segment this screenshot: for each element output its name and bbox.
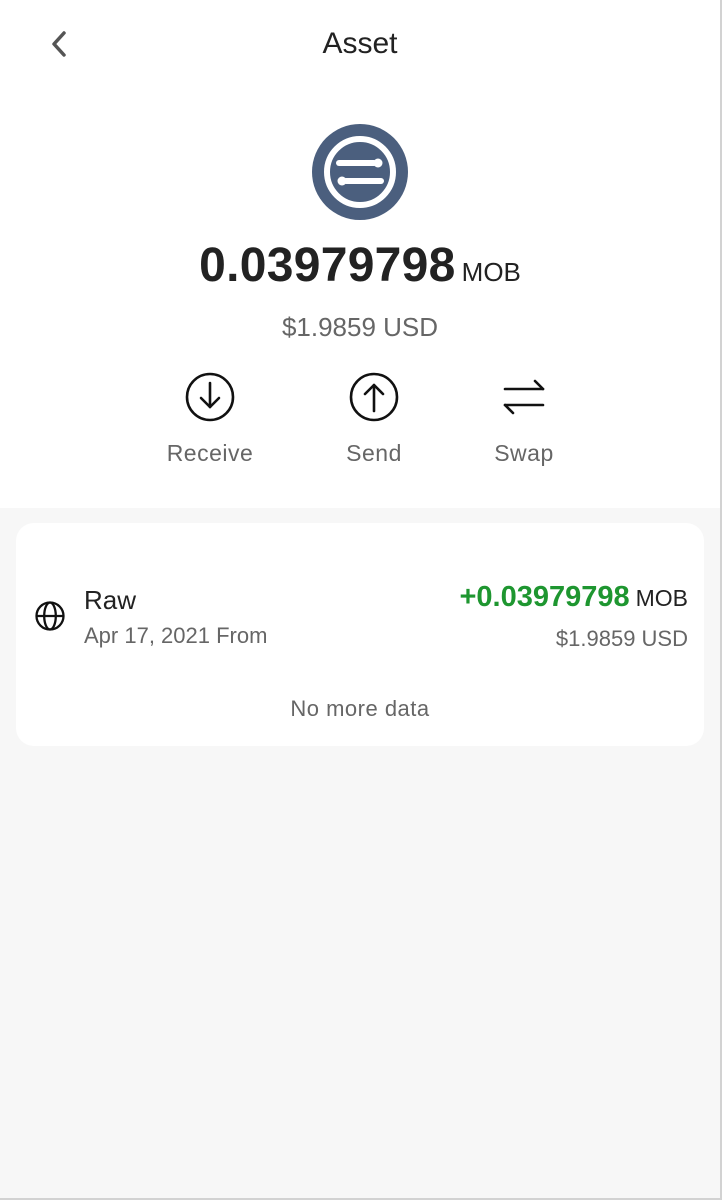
balance: 0.03979798 MOB [0, 238, 720, 298]
mobilecoin-logo [312, 124, 408, 220]
arrow-up-circle-icon [349, 372, 399, 422]
list-footer: No more data [290, 696, 430, 721]
asset-summary: 0.03979798MOB $1.9859 USD Receive Send [0, 88, 720, 508]
swap-arrows-icon [503, 379, 545, 415]
send-button[interactable]: Send [304, 370, 444, 470]
swap-button[interactable]: Swap [454, 370, 594, 470]
balance-unit: MOB [461, 257, 521, 287]
app-screen: Asset 0.03979798MOB $1.9859 USD Receive [0, 0, 722, 1200]
transaction-list: Raw Apr 17, 2021 From +0.03979798 MOB $1.… [16, 523, 704, 746]
transaction-usd-value: $1.9859 USD [555, 626, 688, 651]
transaction-date: Apr 17, 2021 From [84, 623, 268, 648]
send-label: Send [346, 440, 402, 466]
transaction-amount-unit: MOB [635, 585, 688, 611]
transaction-amount-value: +0.03979798 [459, 581, 630, 613]
arrow-down-circle-icon [185, 372, 235, 422]
balance-amount: 0.03979798 [199, 239, 456, 292]
balance-usd-value: $1.9859 USD [281, 312, 439, 342]
receive-label: Receive [166, 440, 254, 466]
globe-icon [35, 601, 65, 631]
swap-label: Swap [494, 440, 554, 466]
receive-button[interactable]: Receive [140, 370, 280, 470]
top-bar: Asset [0, 0, 720, 88]
transaction-name: Raw [84, 585, 137, 615]
transaction-amount: +0.03979798 MOB [459, 581, 688, 614]
list-item[interactable]: Raw Apr 17, 2021 From +0.03979798 MOB $1.… [16, 573, 704, 663]
page-title: Asset [322, 27, 398, 60]
